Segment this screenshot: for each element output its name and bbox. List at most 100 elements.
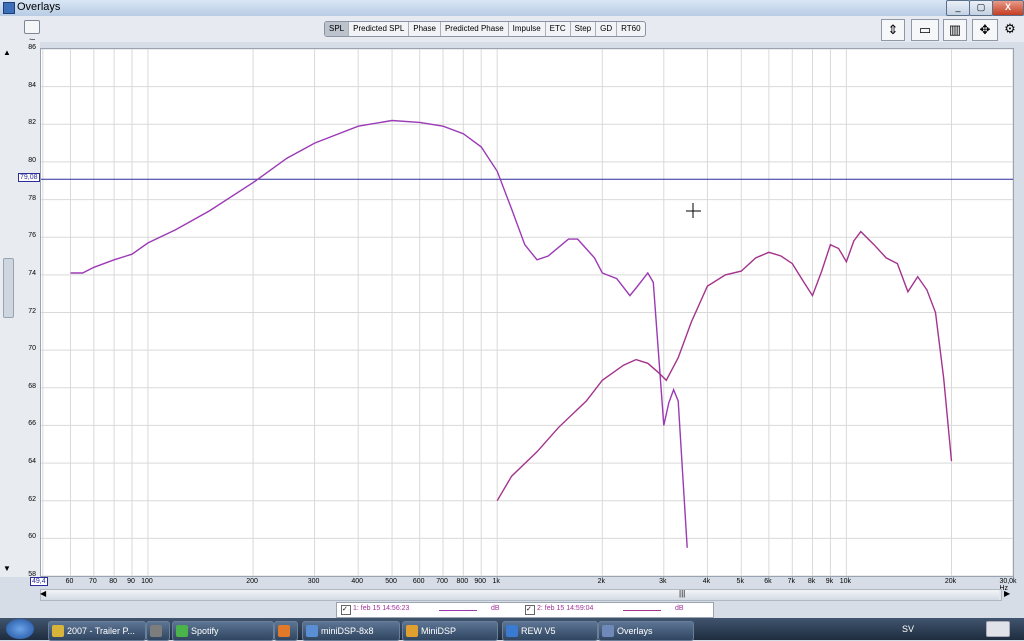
- tab-spl[interactable]: SPL: [325, 22, 350, 36]
- taskbar-button-2[interactable]: [146, 621, 170, 641]
- y-tick-label: 68: [28, 382, 36, 390]
- tab-gd[interactable]: GD: [596, 22, 618, 36]
- camera-icon[interactable]: [24, 20, 40, 34]
- tab-etc[interactable]: ETC: [546, 22, 571, 36]
- x-tick-label: 70: [88, 578, 97, 585]
- scroll-thumb[interactable]: [41, 590, 999, 600]
- x-tick-label: 500: [385, 578, 397, 585]
- series-line-2: [496, 230, 953, 502]
- tab-step[interactable]: Step: [571, 22, 597, 36]
- y-tick-label: 60: [28, 533, 36, 541]
- x-tick-label: 400: [351, 578, 364, 585]
- taskbar-app-icon: [306, 625, 318, 637]
- legend-checkbox-1[interactable]: ✓: [341, 605, 351, 615]
- tab-predicted-phase[interactable]: Predicted Phase: [441, 22, 509, 36]
- scroll-left-arrow[interactable]: ◀: [40, 589, 46, 598]
- taskbar-label: MiniDSP: [421, 626, 457, 636]
- window-title: Overlays: [17, 1, 61, 13]
- taskbar-app-icon: [150, 625, 162, 637]
- scroll-right-arrow[interactable]: ▶: [1004, 589, 1010, 598]
- legend-checkbox-2[interactable]: ✓: [525, 605, 535, 615]
- taskbar-app-icon: [506, 625, 518, 637]
- taskbar-label: 2007 - Trailer P...: [67, 626, 135, 636]
- y-tick-label: 84: [28, 81, 36, 89]
- graph-tabs: SPL Predicted SPL Phase Predicted Phase Impu…: [324, 21, 646, 37]
- x-tick-label: 90: [127, 578, 135, 585]
- scroll-down-arrow[interactable]: ▼: [3, 564, 11, 573]
- legend-swatch-2: [623, 610, 661, 611]
- vertical-zoom-icon[interactable]: ⇕: [881, 19, 905, 41]
- x-tick-label: 300: [307, 578, 320, 585]
- y-tick-label: 74: [28, 269, 36, 277]
- x-tick-label: 7k: [787, 578, 795, 585]
- y-tick-label: 70: [28, 345, 36, 353]
- legend: ✓ 1: feb 15 14:56:23 dB ✓ 2: feb 15 14:5…: [336, 602, 714, 618]
- taskbar-label: Spotify: [191, 626, 219, 636]
- tab-predicted-spl[interactable]: Predicted SPL: [349, 22, 410, 36]
- x-tick-label: 8k: [807, 578, 816, 585]
- x-tick-label: 800: [456, 578, 469, 585]
- x-tick-label: 200: [246, 578, 258, 585]
- x-tick-label: 20k: [944, 578, 957, 585]
- taskbar-app-icon: [406, 625, 418, 637]
- y-tick-label: 78: [28, 194, 36, 202]
- spl-chart[interactable]: [41, 49, 1013, 576]
- taskbar-app-icon: [176, 625, 188, 637]
- taskbar-button-8[interactable]: Overlays: [598, 621, 694, 641]
- taskbar-button-1[interactable]: 2007 - Trailer P...: [48, 621, 146, 641]
- x-min-label: 49,4: [30, 577, 48, 586]
- taskbar-label: Overlays: [617, 626, 653, 636]
- legend-label-1: 1: feb 15 14:56:23: [353, 605, 410, 612]
- app-icon: [3, 2, 15, 14]
- x-tick-label: 1k: [492, 578, 500, 585]
- x-tick-label: 9k: [825, 578, 834, 585]
- legend-unit-2: dB: [675, 605, 684, 612]
- taskbar-button-4[interactable]: [274, 621, 298, 641]
- x-tick-label: 4k: [702, 578, 711, 585]
- taskbar-app-icon: [602, 625, 614, 637]
- x-tick-label: 3k: [659, 578, 667, 585]
- x-tick-label: 700: [436, 578, 448, 585]
- tab-rt60[interactable]: RT60: [617, 22, 644, 36]
- scroll-up-arrow[interactable]: ▲: [3, 48, 11, 57]
- gear-icon[interactable]: ⚙: [1002, 19, 1018, 39]
- scroll-grip-icon: |||: [679, 589, 686, 598]
- minimize-button[interactable]: _: [946, 0, 970, 16]
- maximize-button[interactable]: ▢: [969, 0, 993, 16]
- y-tick-label: 66: [28, 420, 36, 428]
- x-tick-label: 900: [474, 578, 487, 585]
- taskbar-button-3[interactable]: Spotify: [172, 621, 274, 641]
- taskbar-button-7[interactable]: REW V5: [502, 621, 598, 641]
- legend-unit-1: dB: [491, 605, 500, 612]
- taskbar-app-icon: [278, 625, 290, 637]
- x-tick-label: 6k: [764, 578, 772, 585]
- language-indicator[interactable]: SV: [902, 624, 914, 634]
- taskbar-label: REW V5: [521, 626, 556, 636]
- limits-icon[interactable]: ▭: [911, 19, 939, 41]
- close-button[interactable]: X: [992, 0, 1024, 16]
- x-tick-label: 60: [65, 578, 74, 585]
- start-button[interactable]: [6, 619, 34, 639]
- grid-icon[interactable]: ▥: [943, 19, 967, 41]
- cursor-value-label: 79,08: [18, 173, 40, 183]
- taskbar-button-5[interactable]: miniDSP-8x8: [302, 621, 400, 641]
- tab-impulse[interactable]: Impulse: [509, 22, 546, 36]
- taskbar-app-icon: [52, 625, 64, 637]
- y-tick-label: 72: [28, 307, 36, 315]
- tab-phase[interactable]: Phase: [409, 22, 441, 36]
- vertical-scrollbar[interactable]: [3, 258, 14, 318]
- y-tick-label: 86: [28, 44, 36, 51]
- x-tick-label: 600: [412, 578, 425, 585]
- horizontal-zoom-icon[interactable]: ✥: [972, 19, 998, 41]
- y-tick-label: 80: [28, 156, 36, 164]
- y-tick-label: 64: [28, 458, 36, 466]
- plot-area[interactable]: [40, 48, 1014, 577]
- keyboard-icon[interactable]: [986, 621, 1010, 637]
- legend-label-2: 2: feb 15 14:59:04: [537, 605, 594, 612]
- title-bar: Overlays _ ▢ X: [0, 0, 1024, 16]
- x-tick-label: 100: [141, 578, 153, 585]
- y-tick-label: 76: [28, 232, 36, 240]
- taskbar-button-6[interactable]: MiniDSP: [402, 621, 498, 641]
- taskbar-label: miniDSP-8x8: [321, 626, 374, 636]
- horizontal-scrollbar[interactable]: |||: [40, 589, 1002, 601]
